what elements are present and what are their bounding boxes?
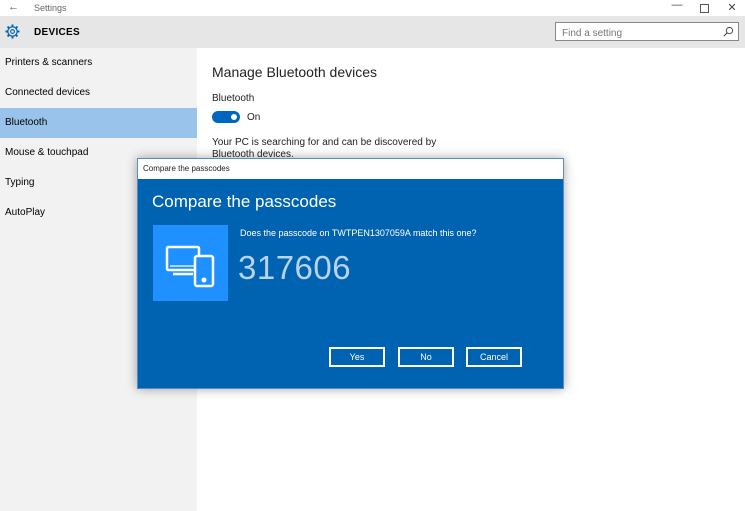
page-title: Manage Bluetooth devices <box>212 64 377 80</box>
back-arrow-icon[interactable]: ← <box>8 1 19 13</box>
dialog-titlebar: Compare the passcodes <box>138 159 563 179</box>
dialog-body: Compare the passcodes Does the passcode … <box>138 179 563 388</box>
bluetooth-label: Bluetooth <box>212 93 255 104</box>
devices-icon <box>165 245 215 288</box>
page-heading: DEVICES <box>34 27 81 38</box>
search-input[interactable] <box>556 25 722 42</box>
yes-button[interactable]: Yes <box>329 347 385 367</box>
passcode-value: 317606 <box>238 249 352 286</box>
close-icon[interactable]: ✕ <box>725 1 739 14</box>
toggle-state-label: On <box>247 112 261 123</box>
sidebar-item-bluetooth[interactable]: Bluetooth <box>0 108 197 138</box>
bluetooth-toggle[interactable] <box>212 111 240 123</box>
gear-icon <box>5 24 20 39</box>
sidebar-item-printers-scanners[interactable]: Printers & scanners <box>0 48 197 78</box>
search-icon[interactable] <box>723 26 734 37</box>
dialog-heading: Compare the passcodes <box>152 192 337 211</box>
window-titlebar: ← Settings — ✕ <box>0 0 745 16</box>
minimize-icon[interactable]: — <box>670 0 684 11</box>
passcode-prompt: Does the passcode on TWTPEN1307059A matc… <box>240 228 477 238</box>
window-title: Settings <box>34 3 67 13</box>
search-box[interactable] <box>555 22 739 42</box>
maximize-icon[interactable] <box>697 1 711 16</box>
no-button[interactable]: No <box>398 347 454 367</box>
toggle-knob <box>231 114 237 120</box>
device-tile <box>153 225 228 301</box>
settings-header: DEVICES <box>0 16 745 48</box>
compare-passcodes-dialog: Compare the passcodes Compare the passco… <box>137 158 564 389</box>
cancel-button[interactable]: Cancel <box>466 347 522 367</box>
sidebar-item-connected-devices[interactable]: Connected devices <box>0 78 197 108</box>
